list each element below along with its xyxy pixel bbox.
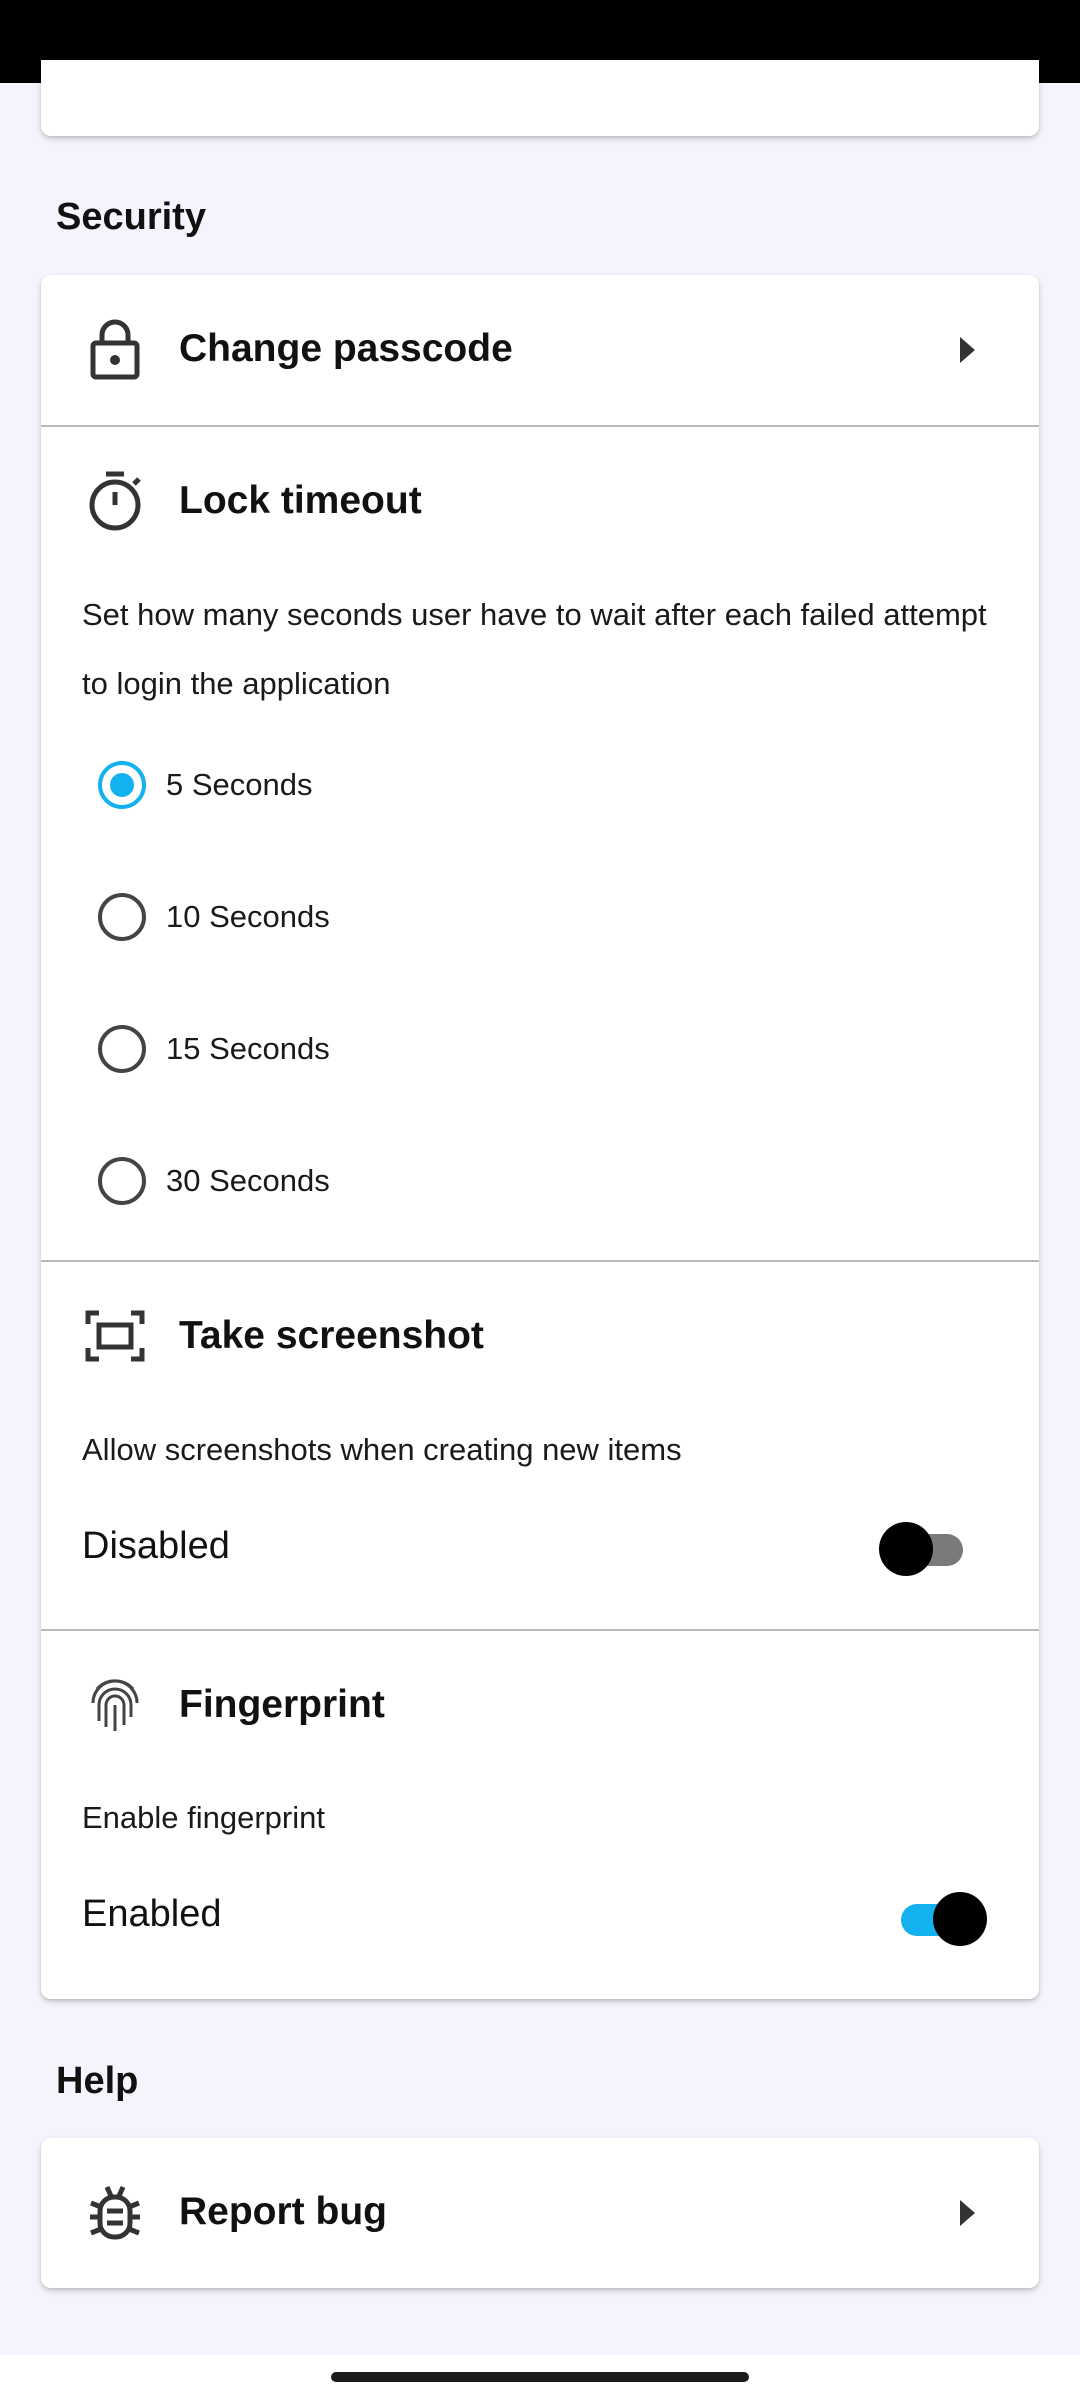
report-bug-label: Report bug: [179, 2190, 387, 2233]
radio-button[interactable]: [98, 761, 146, 809]
screenshot-toggle[interactable]: [879, 1519, 965, 1579]
radio-button[interactable]: [98, 1025, 146, 1073]
fingerprint-icon: [85, 1675, 145, 1735]
fingerprint-description: Enable fingerprint: [82, 1800, 325, 1835]
lock-timeout-title: Lock timeout: [179, 479, 422, 522]
radio-15-seconds[interactable]: 15 Seconds: [98, 1019, 330, 1079]
toggle-thumb: [933, 1892, 987, 1946]
change-passcode-label: Change passcode: [179, 327, 513, 370]
radio-10-seconds[interactable]: 10 Seconds: [98, 887, 330, 947]
lock-timeout-description: Set how many seconds user have to wait a…: [82, 597, 987, 701]
toggle-thumb: [879, 1522, 933, 1576]
help-card: Report bug: [41, 2138, 1039, 2288]
radio-label: 30 Seconds: [166, 1163, 330, 1198]
report-bug-row[interactable]: Report bug: [41, 2138, 1039, 2288]
fingerprint-state-label: Enabled: [82, 1893, 222, 1935]
radio-label: 5 Seconds: [166, 767, 313, 802]
radio-label: 10 Seconds: [166, 899, 330, 934]
bug-icon: [85, 2183, 145, 2243]
lock-timeout-header: Lock timeout: [41, 427, 1039, 577]
chevron-right-icon: [960, 337, 975, 363]
previous-card: [41, 60, 1039, 136]
radio-button[interactable]: [98, 1157, 146, 1205]
fingerprint-toggle[interactable]: [897, 1889, 987, 1949]
security-card: Change passcode Lock timeout Set how man…: [41, 275, 1039, 1999]
radio-button[interactable]: [98, 893, 146, 941]
screenshot-title: Take screenshot: [179, 1314, 484, 1357]
screenshot-description: Allow screenshots when creating new item…: [82, 1432, 682, 1467]
home-indicator[interactable]: [331, 2372, 749, 2382]
radio-30-seconds[interactable]: 30 Seconds: [98, 1151, 330, 1211]
screenshot-header: Take screenshot: [41, 1262, 1039, 1412]
lock-icon: [85, 319, 145, 380]
screenshot-state-label: Disabled: [82, 1525, 230, 1567]
chevron-right-icon: [960, 2200, 975, 2226]
change-passcode-row[interactable]: Change passcode: [41, 275, 1039, 425]
fingerprint-title: Fingerprint: [179, 1683, 385, 1726]
section-title-security: Security: [56, 196, 206, 238]
timer-icon: [85, 471, 145, 531]
section-title-help: Help: [56, 2060, 139, 2102]
fingerprint-header: Fingerprint: [41, 1631, 1039, 1781]
screenshot-icon: [85, 1306, 145, 1366]
radio-5-seconds[interactable]: 5 Seconds: [98, 755, 313, 815]
radio-label: 15 Seconds: [166, 1031, 330, 1066]
